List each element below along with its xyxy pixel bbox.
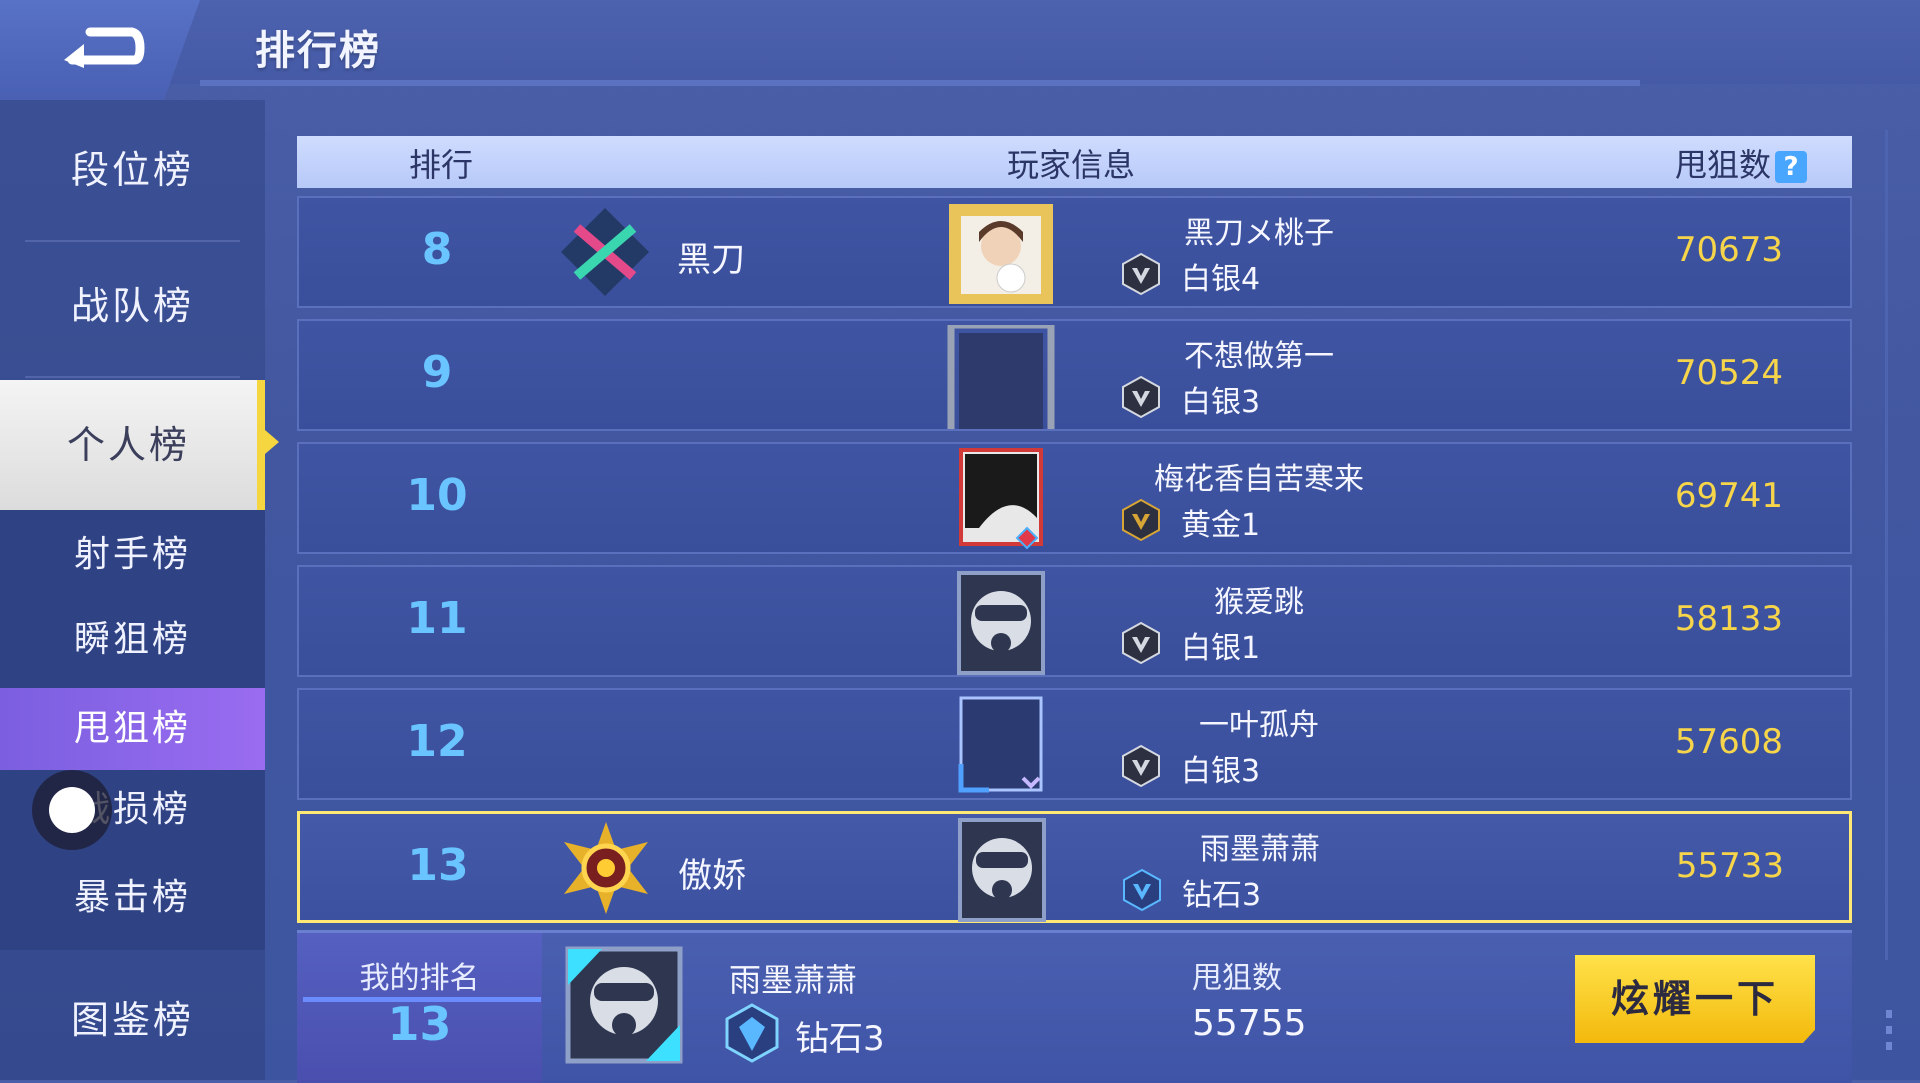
row-score: 70524 — [1674, 353, 1784, 393]
row-team-name: 黑刀 — [677, 240, 745, 280]
row-score: 57608 — [1674, 722, 1784, 762]
my-score-value: 55755 — [1192, 1003, 1307, 1044]
scroll-indicator — [1886, 1010, 1892, 1050]
my-rank-box: 我的排名 13 — [297, 933, 542, 1083]
sidebar-sub-crit[interactable]: 暴击榜 — [0, 868, 265, 928]
sidebar-divider — [25, 240, 240, 242]
table-header: 排行 玩家信息 甩狙数? — [297, 136, 1852, 188]
silver-badge-icon — [1121, 744, 1161, 788]
player-avatar[interactable] — [940, 818, 1064, 922]
silver-badge-icon — [1121, 375, 1161, 419]
player-avatar[interactable] — [939, 571, 1063, 675]
silver-badge-icon — [1121, 621, 1161, 665]
player-avatar[interactable] — [939, 321, 1063, 449]
crossed-guns-icon — [557, 204, 653, 300]
row-rank: 11 — [406, 593, 468, 644]
row-player-name: 黑刀メ桃子 — [1184, 216, 1334, 251]
row-rank: 8 — [421, 224, 453, 275]
my-rank-value: 13 — [387, 997, 452, 1051]
row-player-name: 一叶孤舟 — [1199, 708, 1319, 743]
sidebar-divider — [25, 376, 240, 378]
row-tier: 白银3 — [1181, 385, 1261, 420]
my-score-label: 甩狙数 — [1192, 961, 1282, 996]
active-arrow-icon — [265, 430, 279, 454]
sidebar-item-collection[interactable]: 图鉴榜 — [0, 990, 265, 1050]
silver-badge-icon — [1121, 252, 1161, 296]
scrollbar-track[interactable] — [1885, 130, 1888, 960]
row-team-name: 傲娇 — [678, 856, 746, 896]
table-row[interactable]: 8 黑刀 黑刀メ桃子白银4 70673 — [297, 196, 1852, 308]
sidebar-sub-flickscope[interactable]: 甩狙榜 — [0, 688, 265, 770]
help-icon[interactable]: ? — [1775, 151, 1808, 183]
row-tier: 白银3 — [1181, 754, 1261, 789]
row-player-name: 梅花香自苦寒来 — [1154, 462, 1364, 497]
column-player-info: 玩家信息 — [1007, 146, 1136, 184]
page-title: 排行榜 — [255, 28, 381, 74]
my-avatar[interactable] — [562, 945, 686, 1065]
row-score: 69741 — [1674, 476, 1784, 516]
row-tier: 黄金1 — [1181, 508, 1261, 543]
player-avatar[interactable] — [939, 202, 1063, 306]
table-row[interactable]: 13 傲娇 雨墨萧萧钻石3 55733 — [297, 811, 1852, 923]
table-row[interactable]: 11 猴爱跳白银1 58133 — [297, 565, 1852, 677]
row-tier: 白银1 — [1181, 631, 1261, 666]
table-row[interactable]: 10 梅花香自苦寒来黄金1 69741 — [297, 442, 1852, 554]
row-score: 70673 — [1674, 230, 1784, 270]
row-rank: 9 — [421, 347, 453, 398]
diamond-badge-icon — [1122, 868, 1162, 912]
column-score-label: 甩狙数 — [1675, 146, 1772, 184]
player-avatar[interactable] — [939, 448, 1063, 552]
row-player-name: 猴爱跳 — [1214, 585, 1304, 620]
back-button[interactable] — [0, 0, 200, 100]
row-player-name: 雨墨萧萧 — [1200, 832, 1320, 867]
my-rank-panel: 我的排名 13 雨墨萧萧 钻石3 甩狙数 55755 炫耀一下 — [297, 930, 1852, 1083]
floating-assistive-button[interactable] — [32, 770, 112, 850]
row-score: 58133 — [1674, 599, 1784, 639]
row-score: 55733 — [1675, 846, 1785, 886]
column-score: 甩狙数? — [1675, 140, 1808, 186]
row-rank: 10 — [406, 470, 468, 521]
sidebar-item-personal[interactable]: 个人榜 — [0, 380, 265, 510]
diamond-badge-icon — [725, 1003, 779, 1063]
sidebar-sub-shooter[interactable]: 射手榜 — [0, 525, 265, 585]
sidebar-item-rank[interactable]: 段位榜 — [0, 140, 265, 200]
row-tier: 白银4 — [1181, 262, 1261, 297]
player-avatar[interactable] — [939, 694, 1063, 798]
row-tier: 钻石3 — [1182, 878, 1262, 913]
top-bar-divider — [200, 80, 1640, 86]
back-arrow-icon — [64, 27, 145, 68]
table-row[interactable]: 9 不想做第一白银3 70524 — [297, 319, 1852, 449]
column-rank: 排行 — [409, 146, 474, 184]
row-rank: 13 — [407, 840, 469, 891]
sidebar-sub-quickscope[interactable]: 瞬狙榜 — [0, 610, 265, 670]
my-player-name: 雨墨萧萧 — [729, 961, 858, 999]
my-tier-label: 钻石3 — [795, 1019, 885, 1059]
row-player-name: 不想做第一 — [1184, 339, 1334, 374]
table-row[interactable]: 12 一叶孤舟白银3 57608 — [297, 688, 1852, 800]
row-rank: 12 — [406, 716, 468, 767]
sidebar-item-team[interactable]: 战队榜 — [0, 276, 265, 336]
gold-badge-icon — [1121, 498, 1161, 542]
show-off-button[interactable]: 炫耀一下 — [1575, 955, 1815, 1043]
sun-emblem-icon — [558, 820, 654, 916]
my-rank-label: 我的排名 — [359, 961, 480, 996]
